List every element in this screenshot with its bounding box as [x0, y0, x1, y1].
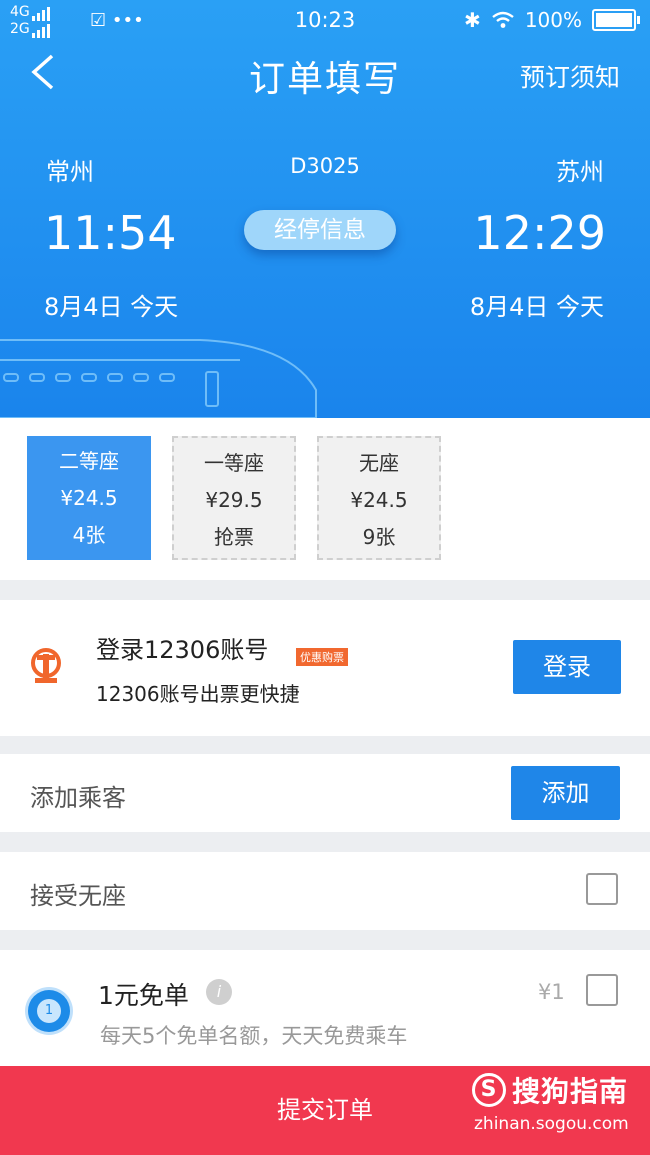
- booking-notice-link[interactable]: 预订须知: [520, 58, 620, 94]
- status-bar: 4G 2G ☑ ••• 10:23 ✱ 100%: [0, 0, 650, 42]
- seat-option-second-class[interactable]: 二等座 ¥24.5 4张: [27, 436, 151, 560]
- seat-name: 无座: [359, 451, 399, 475]
- free-ticket-subtitle: 每天5个免单名额，天天免费乘车: [100, 1024, 408, 1048]
- accept-no-seat-row: 接受无座: [0, 852, 650, 930]
- coin-icon: [28, 990, 70, 1032]
- arrival-time: 12:29: [473, 206, 606, 260]
- battery-icon: [592, 9, 640, 31]
- train-illustration: [0, 339, 317, 418]
- seat-type-panel: 二等座 ¥24.5 4张 一等座 ¥29.5 抢票 无座 ¥24.5 9张: [0, 418, 650, 580]
- departure-time: 11:54: [44, 206, 177, 260]
- arrival-city: 苏州: [556, 158, 604, 186]
- seat-name: 二等座: [59, 449, 119, 473]
- seat-availability: 9张: [362, 525, 396, 549]
- train-number: D3025: [290, 154, 360, 178]
- seat-availability: 抢票: [214, 525, 254, 549]
- accept-no-seat-checkbox[interactable]: [586, 873, 618, 905]
- seat-name: 一等座: [204, 451, 264, 475]
- bluetooth-icon: ✱: [464, 8, 481, 32]
- free-ticket-checkbox[interactable]: [586, 974, 618, 1006]
- battery-percent: 100%: [524, 8, 582, 32]
- add-passenger-label: 添加乘客: [30, 784, 126, 812]
- login-subtitle: 12306账号出票更快捷: [96, 682, 300, 706]
- seat-price: ¥24.5: [350, 488, 408, 512]
- accept-no-seat-label: 接受无座: [30, 882, 126, 910]
- watermark-logo: S 搜狗指南: [472, 1070, 629, 1110]
- login-button[interactable]: 登录: [513, 640, 621, 694]
- railway-logo-icon: [31, 648, 61, 683]
- seat-price: ¥29.5: [205, 488, 263, 512]
- sogou-watermark: S 搜狗指南 zhinan.sogou.com: [472, 1070, 629, 1134]
- sogou-logo-icon: S: [472, 1073, 506, 1107]
- wifi-icon: [492, 11, 514, 28]
- info-icon[interactable]: i: [206, 979, 232, 1005]
- arrival-date: 8月4日 今天: [469, 293, 604, 321]
- login-title: 登录12306账号: [96, 636, 269, 664]
- seat-option-first-class[interactable]: 一等座 ¥29.5 抢票: [172, 436, 296, 560]
- status-right: ✱ 100%: [464, 8, 640, 32]
- free-ticket-price: ¥1: [538, 980, 565, 1004]
- promo-badge: 优惠购票: [296, 648, 348, 666]
- seat-option-no-seat[interactable]: 无座 ¥24.5 9张: [317, 436, 441, 560]
- departure-date: 8月4日 今天: [44, 293, 179, 321]
- watermark-logo-text: 搜狗指南: [512, 1075, 629, 1108]
- trip-header: 4G 2G ☑ ••• 10:23 ✱ 100% 订单填写 预订须知 常州 D3…: [0, 0, 650, 418]
- stop-info-button[interactable]: 经停信息: [244, 210, 396, 250]
- seat-price: ¥24.5: [60, 486, 118, 510]
- free-ticket-title: 1元免单: [98, 981, 189, 1010]
- add-passenger-button[interactable]: 添加: [511, 766, 620, 820]
- watermark-url: zhinan.sogou.com: [474, 1114, 629, 1134]
- seat-availability: 4张: [72, 523, 106, 547]
